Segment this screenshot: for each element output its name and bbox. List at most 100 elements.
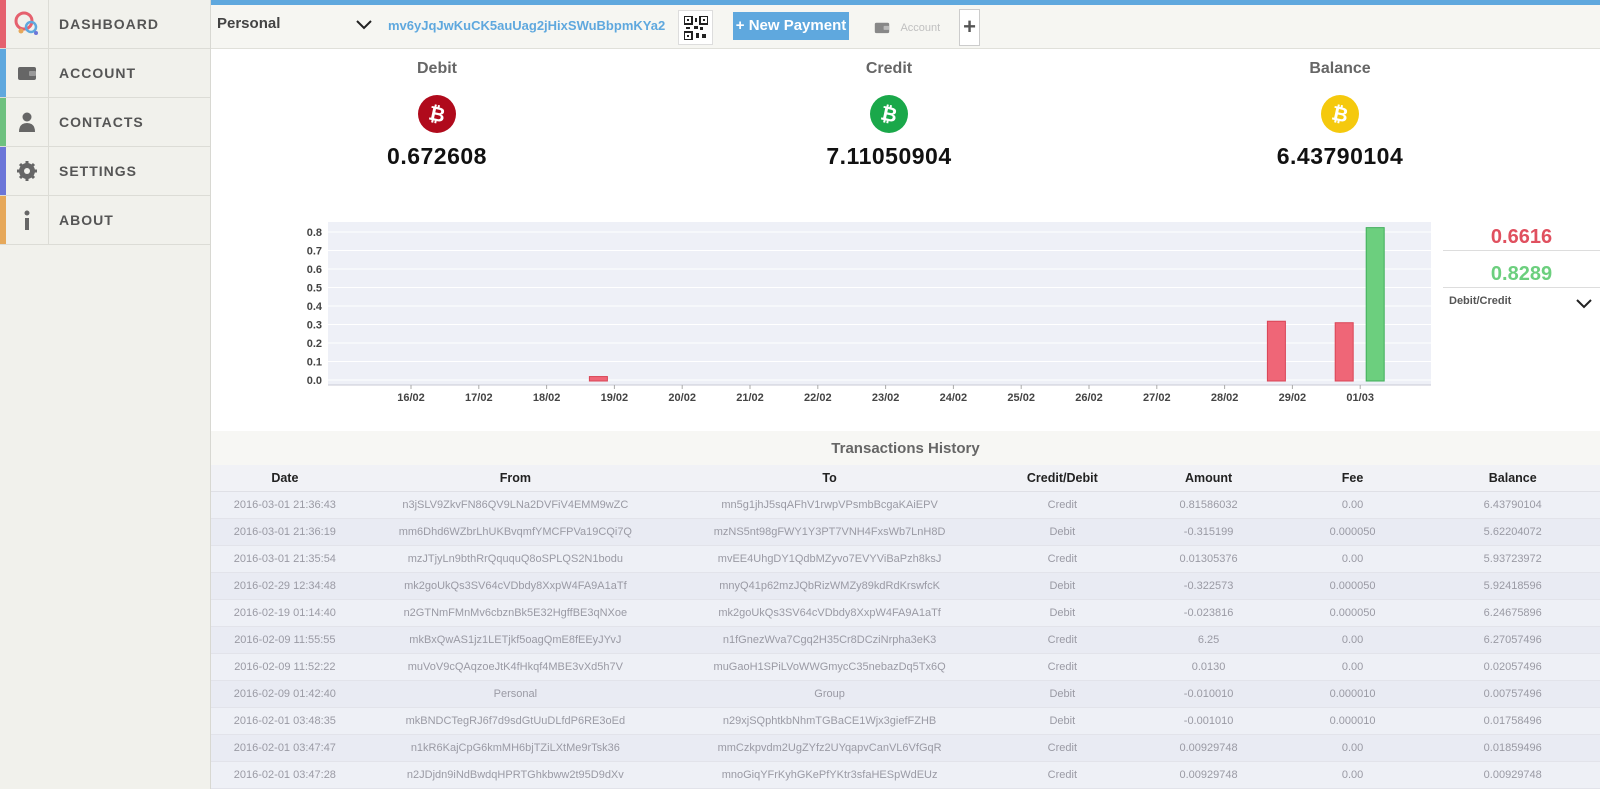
cell-balance: 5.93723972: [1425, 545, 1600, 573]
cell-balance: 6.43790104: [1425, 491, 1600, 519]
x-tick-label: 18/02: [533, 392, 561, 404]
cell-from: mk2goUkQs3SV64cVDbdy8XxpW4FA9A1aTf: [358, 572, 672, 600]
cell-type: Debit: [987, 707, 1138, 735]
balance-label: Balance: [1309, 60, 1371, 77]
bitcoin-credit-icon: ₿: [870, 95, 908, 133]
cell-amount: -0.023816: [1137, 599, 1280, 627]
cell-date: 2016-02-01 03:47:47: [211, 734, 359, 762]
cell-date: 2016-02-09 01:42:40: [211, 680, 359, 708]
wallet-icon: [6, 49, 49, 97]
x-tick-label: 26/02: [1075, 392, 1103, 404]
chevron-down-icon: [1576, 296, 1592, 314]
table-row[interactable]: 2016-03-01 21:36:43 n3jSLV9ZkvFN86QV9LNa2…: [211, 491, 1600, 519]
bitcoin-debit-icon: ₿: [418, 95, 456, 133]
cell-type: Credit: [987, 545, 1138, 573]
cell-type: Credit: [987, 626, 1138, 654]
cell-fee: 0.000010: [1279, 707, 1426, 735]
table-row[interactable]: 2016-02-09 11:52:22 muVoV9cQAqzoeJtK4fHkq…: [211, 653, 1600, 681]
cell-to: muGaoH1SPiLVoWWGmycC35nebazDq5Tx6Q: [671, 653, 988, 681]
cell-balance: 0.02057496: [1425, 653, 1600, 681]
chart-side-panel: 0.6616 0.8289 Debit/Credit: [1443, 222, 1600, 314]
logo-circles-icon: [6, 0, 49, 48]
chart-mode-select[interactable]: Debit/Credit: [1443, 288, 1600, 314]
balance-summary: Balance ₿ 6.43790104: [1190, 49, 1490, 170]
x-tick-label: 24/02: [940, 392, 968, 404]
cell-amount: -0.001010: [1137, 707, 1280, 735]
transactions-table: Date From To Credit/Debit Amount Fee Bal…: [211, 465, 1600, 789]
sidebar-item-label: DASHBOARD: [59, 16, 159, 32]
table-row[interactable]: 2016-03-01 21:36:19 mm6Dhd6WZbrLhUKBvqmfY…: [211, 518, 1600, 546]
wallet-select[interactable]: Personal: [217, 15, 372, 37]
y-tick-label: 0.5: [307, 283, 322, 295]
cell-date: 2016-03-01 21:36:19: [211, 518, 359, 546]
cell-balance: 0.01859496: [1425, 734, 1600, 762]
wallet-icon: [874, 22, 890, 34]
cell-to: n29xjSQphtkbNhmTGBaCE1Wjx3giefFZHB: [671, 707, 988, 735]
add-account-button[interactable]: +: [959, 9, 980, 46]
cell-type: Debit: [987, 599, 1138, 627]
cell-date: 2016-02-09 11:55:55: [211, 626, 359, 654]
table-row[interactable]: 2016-02-01 03:47:47 n1kR6KajCpG6kmMH6bjTZ…: [211, 734, 1600, 762]
y-tick-label: 0.4: [307, 301, 323, 313]
cell-to: mvEE4UhgDY1QdbMZyvo7EVYViBaPzh8ksJ: [671, 545, 988, 573]
debit-total-value: 0.6616: [1443, 222, 1600, 251]
cell-type: Credit: [987, 653, 1138, 681]
cell-fee: 0.00: [1279, 653, 1426, 681]
wallet-address-link[interactable]: mv6yJqJwKuCK5auUag2jHixSWuBbpmKYa2: [388, 18, 665, 33]
cell-fee: 0.00: [1279, 545, 1426, 573]
svg-text:₿: ₿: [879, 102, 899, 126]
cell-date: 2016-02-01 03:48:35: [211, 707, 359, 735]
credit-total-value: 0.8289: [1443, 251, 1600, 288]
table-row[interactable]: 2016-02-09 11:55:55 mkBxQwAS1jz1LETjkf5oa…: [211, 626, 1600, 654]
cell-to: mnoGiqYFrKyhGKePfYKtr3sfaHESpWdEUz: [671, 761, 988, 789]
sidebar-item-settings[interactable]: SETTINGS: [0, 147, 210, 196]
chart-plot-area: [328, 222, 1431, 385]
cell-to: mmCzkpvdm2UgZYfz2UYqapvCanVL6VfGqR: [671, 734, 988, 762]
cell-balance: 5.92418596: [1425, 572, 1600, 600]
cell-balance: 0.00929748: [1425, 761, 1600, 789]
cell-balance: 6.27057496: [1425, 626, 1600, 654]
cell-amount: 0.01305376: [1137, 545, 1280, 573]
column-header-amount: Amount: [1137, 465, 1280, 492]
cell-to: mzNS5nt98gFWY1Y3PT7VNH4FxsWb7LnH8D: [671, 518, 988, 546]
chart-mode-value: Debit/Credit: [1449, 295, 1512, 307]
cell-to: n1fGnezWva7Cgq2H35Cr8DCziNrpha3eK3: [671, 626, 988, 654]
y-tick-label: 0.7: [307, 246, 322, 258]
sidebar-item-account[interactable]: ACCOUNT: [0, 49, 210, 98]
cell-amount: 0.81586032: [1137, 491, 1280, 519]
cell-amount: 0.00929748: [1137, 734, 1280, 762]
new-payment-button[interactable]: + New Payment: [733, 12, 849, 40]
cell-amount: 6.25: [1137, 626, 1280, 654]
cell-from: mzJTjyLn9bthRrQququQ8oSPLQS2N1bodu: [358, 545, 672, 573]
svg-text:₿: ₿: [427, 102, 447, 126]
cell-fee: 0.00: [1279, 491, 1426, 519]
y-tick-label: 0.0: [307, 375, 322, 387]
x-tick-label: 20/02: [668, 392, 696, 404]
table-row[interactable]: 2016-03-01 21:35:54 mzJTjyLn9bthRrQququQ8…: [211, 545, 1600, 573]
debit-bar: [588, 376, 608, 382]
gear-icon: [6, 147, 49, 195]
sidebar-item-about[interactable]: ABOUT: [0, 196, 210, 245]
cell-fee: 0.00: [1279, 734, 1426, 762]
table-row[interactable]: 2016-02-09 01:42:40 Personal Group Debit -0.…: [211, 680, 1600, 708]
table-row[interactable]: 2016-02-29 12:34:48 mk2goUkQs3SV64cVDbdy8…: [211, 572, 1600, 600]
account-button-label: Account: [900, 21, 941, 34]
column-header-from: From: [358, 465, 672, 492]
cell-type: Credit: [987, 491, 1138, 519]
account-button[interactable]: Account: [874, 19, 940, 37]
table-row[interactable]: 2016-02-19 01:14:40 n2GTNmFMnMv6cbznBk5E3…: [211, 599, 1600, 627]
cell-date: 2016-02-09 11:52:22: [211, 653, 359, 681]
cell-from: n2GTNmFMnMv6cbznBk5E32HgffBE3qNXoe: [358, 599, 672, 627]
sidebar-item-contacts[interactable]: CONTACTS: [0, 98, 210, 147]
table-row[interactable]: 2016-02-01 03:47:28 n2JDjdn9iNdBwdqHPRTGh…: [211, 761, 1600, 789]
table-row[interactable]: 2016-02-01 03:48:35 mkBNDCTegRJ6f7d9sdGtU…: [211, 707, 1600, 735]
cell-date: 2016-02-19 01:14:40: [211, 599, 359, 627]
sidebar-item-label: ABOUT: [59, 212, 114, 228]
qr-code-icon: [683, 15, 708, 40]
cell-type: Debit: [987, 680, 1138, 708]
cell-balance: 0.00757496: [1425, 680, 1600, 708]
cell-date: 2016-02-29 12:34:48: [211, 572, 359, 600]
qr-code-button[interactable]: [678, 10, 713, 45]
sidebar-item-dashboard[interactable]: DASHBOARD: [0, 0, 210, 49]
sidebar-item-label: CONTACTS: [59, 114, 144, 130]
